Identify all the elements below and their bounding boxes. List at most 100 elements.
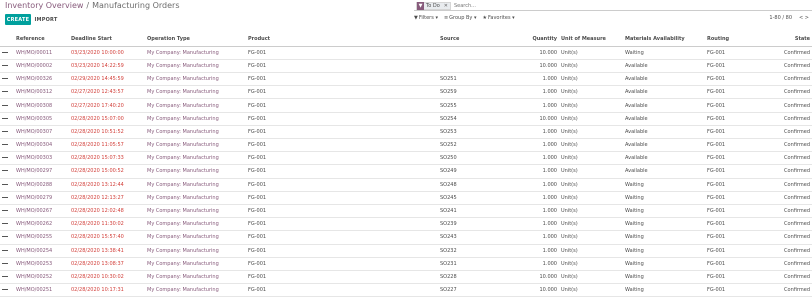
column-header-deadline[interactable]: Deadline Start — [69, 33, 145, 47]
pager-prev-button[interactable]: < — [799, 15, 803, 21]
search-input[interactable] — [453, 2, 574, 9]
cell-operation-type: My Company: Manufacturing — [145, 204, 246, 219]
cell-state: Confirmed — [775, 46, 812, 60]
cell-routing: FG-001 — [705, 164, 775, 179]
row-checkbox[interactable] — [0, 98, 14, 113]
cell-quantity: 10.000 — [528, 270, 559, 285]
table-row[interactable]: WH/MO/00002 03/23/2020 14:22:59 My Company… — [0, 59, 812, 74]
cell-product: FG-001 — [246, 217, 438, 232]
row-checkbox[interactable] — [0, 191, 14, 205]
select-all-checkbox[interactable] — [0, 33, 14, 47]
column-header-operation-type[interactable]: Operation Type — [145, 33, 246, 47]
cell-product: FG-001 — [246, 164, 438, 179]
row-checkbox[interactable] — [0, 59, 14, 74]
column-header-routing[interactable]: Routing — [705, 33, 775, 47]
row-checkbox[interactable] — [0, 151, 14, 166]
cell-state: Confirmed — [775, 257, 812, 271]
cell-state: Confirmed — [775, 244, 812, 258]
row-checkbox[interactable] — [0, 204, 14, 219]
table-row[interactable]: WH/MO/00312 02/27/2020 12:43:57 My Company… — [0, 85, 812, 100]
cell-operation-type: My Company: Manufacturing — [145, 72, 246, 87]
table-row[interactable]: WH/MO/00262 02/28/2020 11:30:02 My Company… — [0, 217, 812, 232]
table-row[interactable]: WH/MO/00303 02/28/2020 15:07:33 My Company… — [0, 151, 812, 166]
cell-reference: WH/MO/00011 — [14, 46, 69, 60]
row-checkbox[interactable] — [0, 112, 14, 126]
cell-routing: FG-001 — [705, 257, 775, 271]
cell-uom: Unit(s) — [559, 85, 623, 100]
table-row[interactable]: WH/MO/00308 02/27/2020 17:40:20 My Company… — [0, 98, 812, 113]
favorites-dropdown[interactable]: ★Favorites ▾ — [482, 15, 514, 21]
table-row[interactable]: WH/MO/00267 02/28/2020 12:02:48 My Company… — [0, 204, 812, 219]
cell-uom: Unit(s) — [559, 244, 623, 258]
cell-deadline: 02/28/2020 11:05:57 — [69, 138, 145, 153]
row-checkbox[interactable] — [0, 178, 14, 192]
table-row[interactable]: WH/MO/00253 02/28/2020 13:08:37 My Company… — [0, 257, 812, 271]
row-checkbox[interactable] — [0, 270, 14, 285]
table-row[interactable]: WH/MO/00304 02/28/2020 11:05:57 My Company… — [0, 138, 812, 153]
checkbox-icon — [2, 51, 8, 53]
cell-uom: Unit(s) — [559, 59, 623, 74]
row-checkbox[interactable] — [0, 72, 14, 87]
cell-availability: Available — [623, 138, 705, 153]
cell-operation-type: My Company: Manufacturing — [145, 270, 246, 285]
cell-availability: Available — [623, 85, 705, 100]
table-row[interactable]: WH/MO/00288 02/28/2020 13:12:44 My Company… — [0, 178, 812, 192]
table-row[interactable]: WH/MO/00252 02/28/2020 10:30:02 My Company… — [0, 270, 812, 285]
checkbox-icon — [2, 249, 8, 251]
column-header-uom[interactable]: Unit of Measure — [559, 33, 623, 47]
column-header-reference[interactable]: Reference — [14, 33, 69, 47]
cell-reference: WH/MO/00279 — [14, 191, 69, 205]
cell-source — [438, 59, 528, 74]
row-checkbox[interactable] — [0, 125, 14, 140]
pager-next-button[interactable]: > — [805, 15, 809, 21]
row-checkbox[interactable] — [0, 283, 14, 298]
row-checkbox[interactable] — [0, 244, 14, 258]
cell-quantity: 1.000 — [528, 151, 559, 166]
row-checkbox[interactable] — [0, 164, 14, 179]
checkbox-icon — [2, 91, 8, 93]
cell-reference: WH/MO/00255 — [14, 230, 69, 245]
column-header-quantity[interactable]: Quantity — [528, 33, 559, 47]
groupby-dropdown[interactable]: ≡Group By ▾ — [444, 15, 477, 21]
filters-dropdown[interactable]: ▼Filters ▾ — [414, 15, 438, 21]
cell-uom: Unit(s) — [559, 270, 623, 285]
column-header-state[interactable]: State — [775, 33, 812, 47]
row-checkbox[interactable] — [0, 230, 14, 245]
column-header-availability[interactable]: Materials Availability — [623, 33, 705, 47]
table-row[interactable]: WH/MO/00297 02/28/2020 15:00:52 My Company… — [0, 164, 812, 179]
column-header-source[interactable]: Source — [438, 33, 528, 47]
cell-state: Confirmed — [775, 164, 812, 179]
cell-routing: FG-001 — [705, 270, 775, 285]
row-checkbox[interactable] — [0, 85, 14, 100]
table-row[interactable]: WH/MO/00011 03/23/2020 10:00:00 My Company… — [0, 46, 812, 60]
row-checkbox[interactable] — [0, 138, 14, 153]
row-checkbox[interactable] — [0, 257, 14, 271]
cell-reference: WH/MO/00252 — [14, 270, 69, 285]
checkbox-icon — [2, 170, 8, 172]
cell-uom: Unit(s) — [559, 191, 623, 205]
row-checkbox[interactable] — [0, 46, 14, 60]
cell-product: FG-001 — [246, 125, 438, 140]
cell-uom: Unit(s) — [559, 112, 623, 126]
table-row[interactable]: WH/MO/00326 02/29/2020 14:45:59 My Company… — [0, 72, 812, 87]
cell-deadline: 02/28/2020 12:02:48 — [69, 204, 145, 219]
table-row[interactable]: WH/MO/00305 02/28/2020 15:07:00 My Company… — [0, 112, 812, 126]
cell-source: SO251 — [438, 72, 528, 87]
breadcrumb-parent-link[interactable]: Inventory Overview — [5, 1, 83, 10]
table-row[interactable]: WH/MO/00251 02/28/2020 10:17:31 My Company… — [0, 283, 812, 298]
row-checkbox[interactable] — [0, 217, 14, 232]
table-row[interactable]: WH/MO/00307 02/28/2020 10:51:52 My Company… — [0, 125, 812, 140]
cell-source: SO252 — [438, 138, 528, 153]
cell-quantity: 1.000 — [528, 138, 559, 153]
create-button[interactable]: CREATE — [5, 14, 31, 25]
cell-reference: WH/MO/00303 — [14, 151, 69, 166]
table-row[interactable]: WH/MO/00255 02/28/2020 15:57:40 My Company… — [0, 230, 812, 245]
caret-down-icon: ▾ — [512, 15, 515, 21]
import-button[interactable]: IMPORT — [34, 14, 58, 25]
facet-remove-icon[interactable]: ✕ — [442, 3, 450, 9]
table-row[interactable]: WH/MO/00254 02/28/2020 13:38:41 My Company… — [0, 244, 812, 258]
cell-state: Confirmed — [775, 270, 812, 285]
pager-value[interactable]: 1-80 / 80 — [769, 15, 792, 21]
table-row[interactable]: WH/MO/00279 02/28/2020 12:13:27 My Company… — [0, 191, 812, 205]
column-header-product[interactable]: Product — [246, 33, 438, 47]
